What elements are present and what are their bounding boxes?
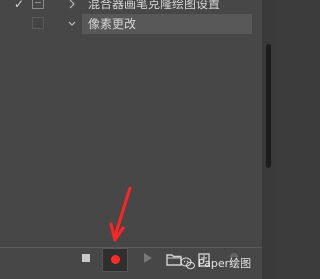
- check-cell[interactable]: [12, 14, 26, 34]
- action-label-container[interactable]: 混合器画笔克隆绘图设置: [82, 0, 252, 14]
- action-row-mixer-brush[interactable]: ✓ 混合器画笔克隆绘图设置: [0, 0, 262, 14]
- watermark-text: Paper绘图: [198, 257, 252, 270]
- chevron-down-icon-svg: [68, 21, 76, 26]
- record-button[interactable]: [102, 248, 128, 272]
- action-label: 像素更改: [88, 17, 137, 31]
- stop-button[interactable]: [74, 248, 98, 272]
- dialog-toggle-icon[interactable]: [32, 0, 44, 9]
- scrollbar[interactable]: [266, 44, 271, 168]
- watermark: Paper绘图: [180, 254, 276, 274]
- action-row-pixel-change[interactable]: 像素更改: [0, 14, 262, 34]
- record-icon: [111, 255, 120, 264]
- play-button[interactable]: [136, 248, 160, 272]
- wechat-icon: [180, 257, 195, 270]
- play-icon: [144, 253, 152, 263]
- dialog-toggle-icon[interactable]: [32, 17, 44, 29]
- chevron-right-icon-svg: [69, 0, 75, 9]
- chevron-down-icon[interactable]: [66, 14, 78, 34]
- actions-panel: ✓ 混合器画笔克隆绘图设置 像素更改: [0, 0, 262, 279]
- chevron-right-icon[interactable]: [66, 0, 78, 14]
- action-label: 混合器画笔克隆绘图设置: [88, 0, 221, 11]
- check-icon[interactable]: ✓: [12, 0, 26, 14]
- action-label-container-selected[interactable]: 像素更改: [82, 14, 252, 34]
- stop-icon: [82, 254, 90, 262]
